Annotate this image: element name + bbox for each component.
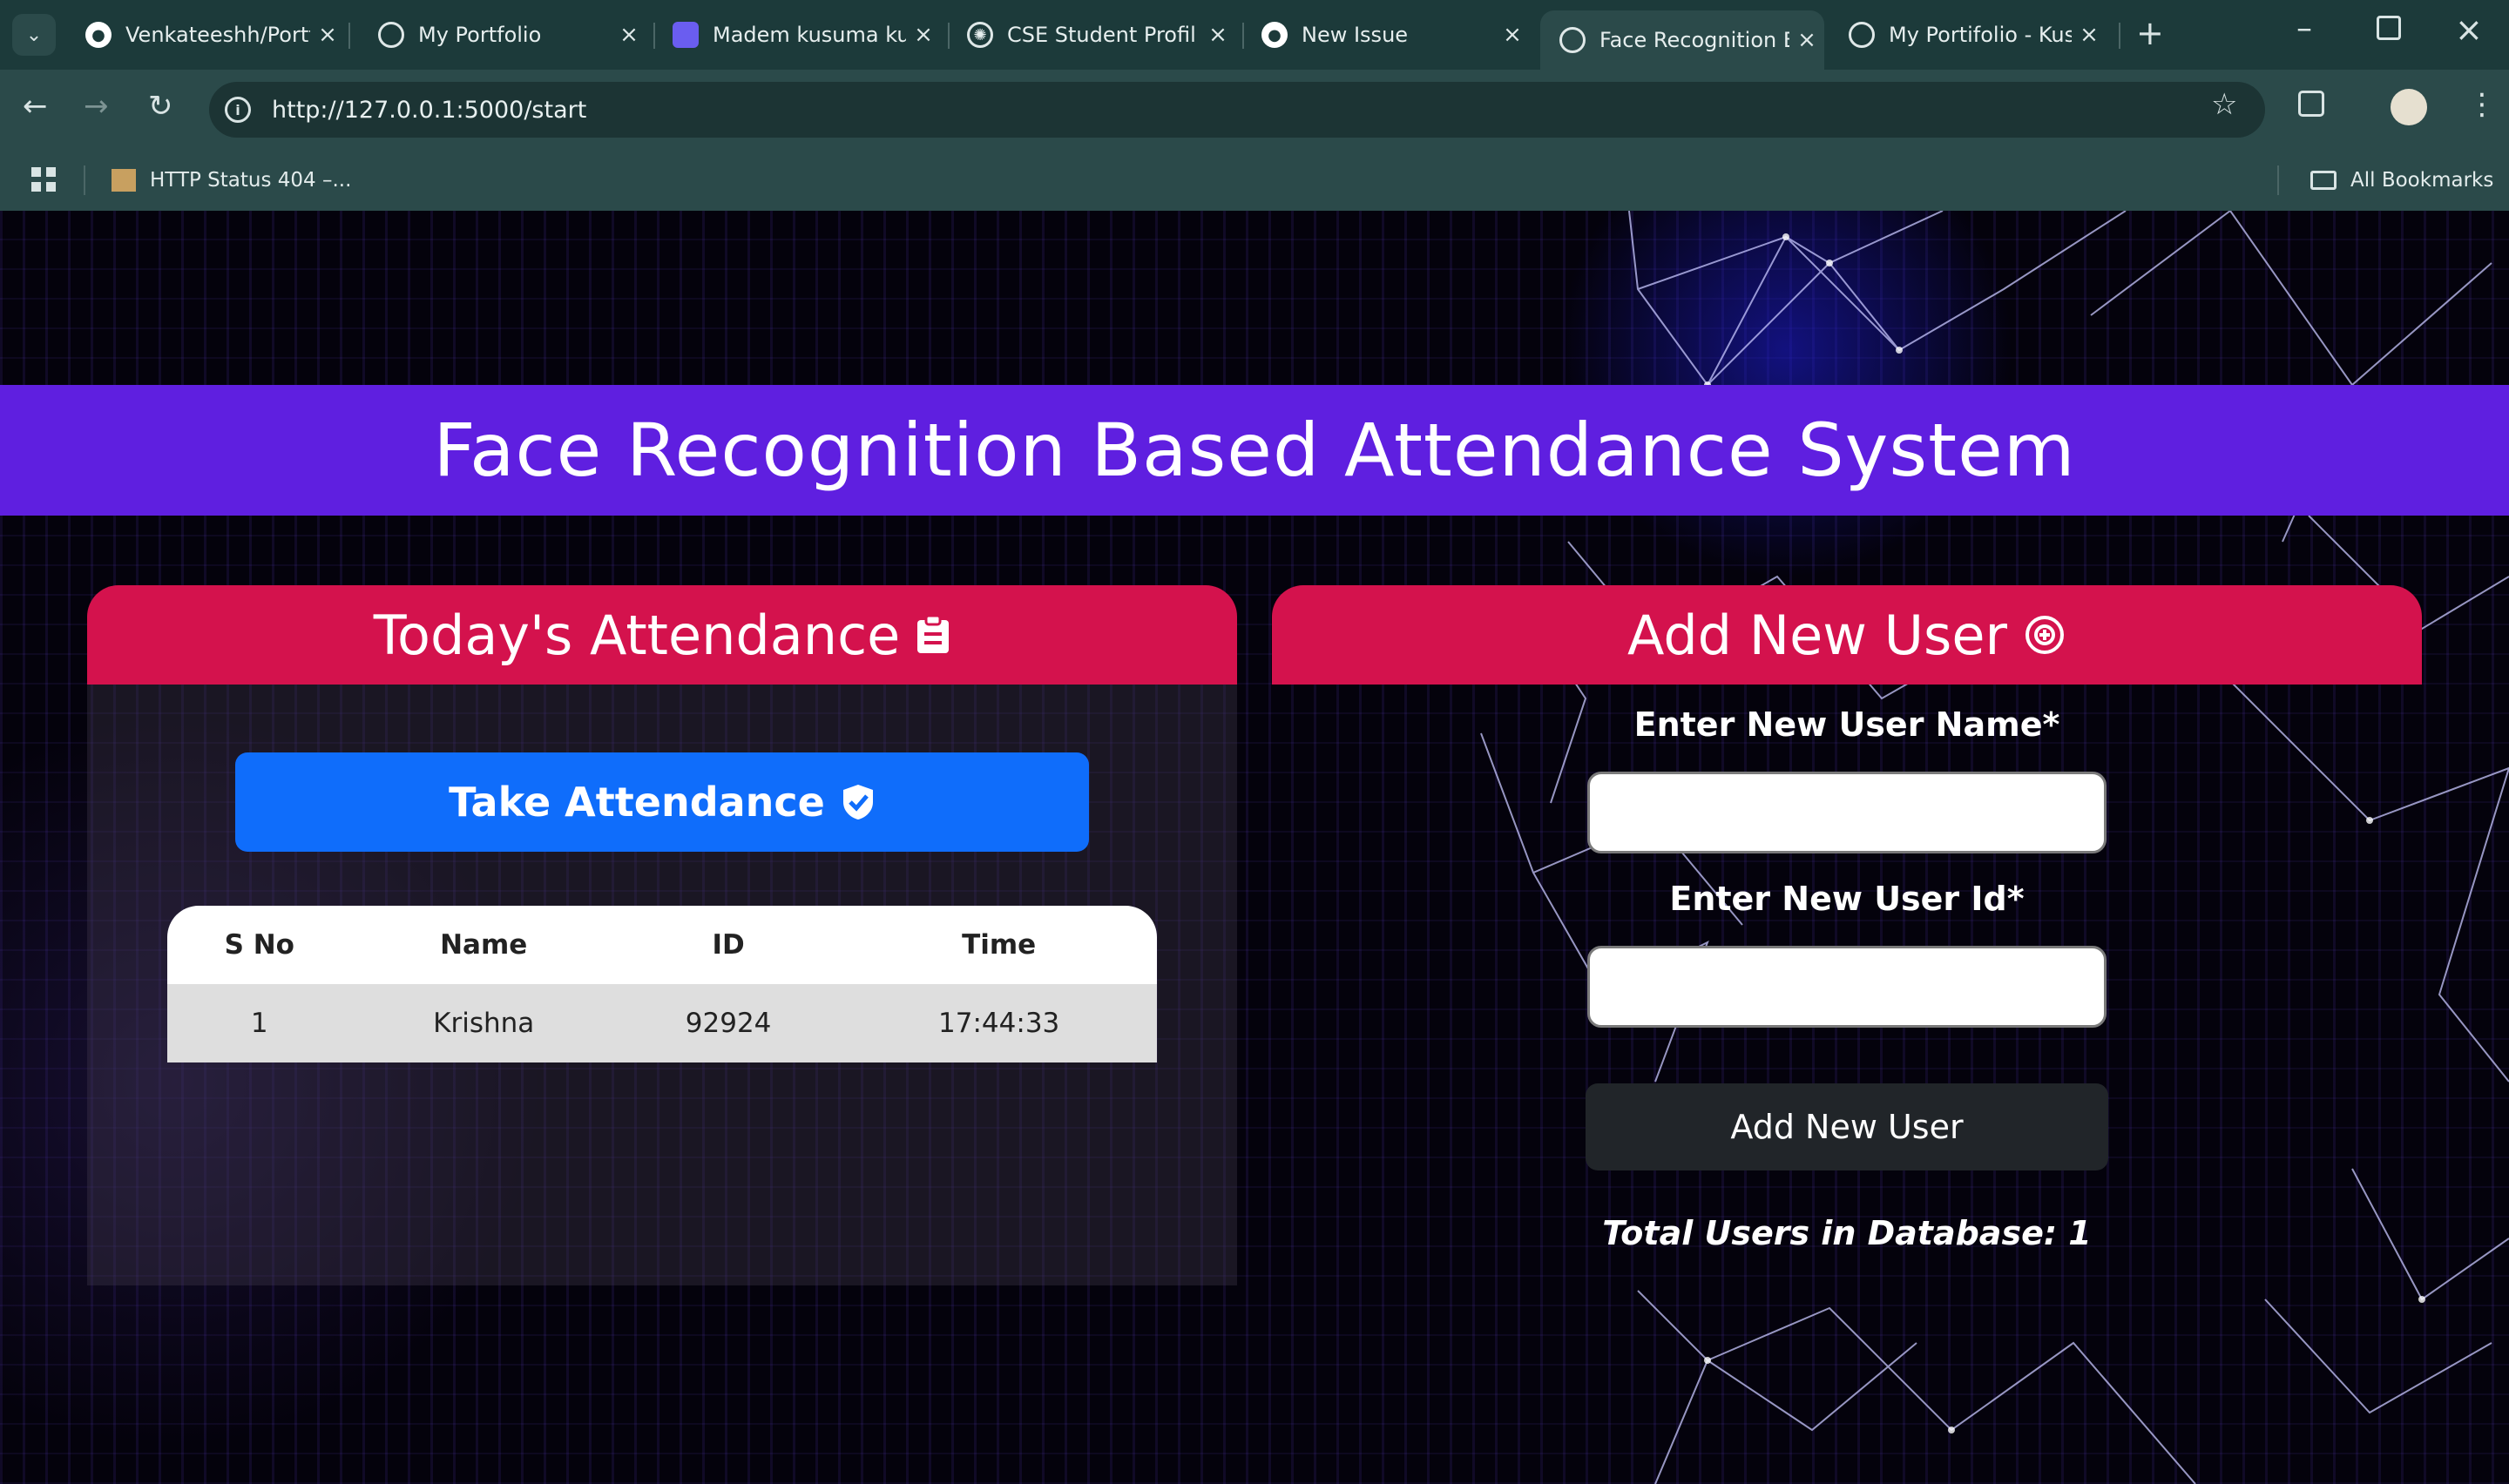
forward-icon[interactable]: → <box>84 89 109 124</box>
add-user-panel-header: Add New User <box>1272 585 2422 685</box>
user-name-input[interactable] <box>1587 772 2107 853</box>
globe-icon <box>1559 27 1586 53</box>
table-row: 1 Krishna 92924 17:44:33 <box>167 984 1157 1062</box>
bookmark-separator <box>84 165 85 195</box>
minimize-icon[interactable]: – <box>2296 10 2312 46</box>
column-header-id: ID <box>712 929 745 961</box>
address-bar[interactable]: i http://127.0.0.1:5000/start <box>209 82 2265 138</box>
tab-cse-student-profile[interactable]: ✺ CSE Student Profil × <box>948 10 1235 59</box>
tab-title: My Portfolio <box>418 23 542 47</box>
github-icon: ● <box>1261 22 1288 48</box>
cell-sno: 1 <box>167 984 352 1062</box>
tab-title: Venkateeshh/Portf <box>125 23 310 47</box>
tab-title: Madem kusuma ku <box>713 23 906 47</box>
close-tab-icon[interactable]: × <box>906 22 941 48</box>
cell-time: 17:44:33 <box>841 984 1157 1062</box>
cell-name: Krishna <box>351 984 616 1062</box>
tab-search-button[interactable]: ⌄ <box>12 14 56 56</box>
close-tab-icon[interactable]: × <box>310 22 345 48</box>
bookmarks-bar: HTTP Status 404 –... All Bookmarks <box>0 150 2509 212</box>
tab-my-portifolio-kus[interactable]: My Portifolio - Kus × <box>1829 10 2107 59</box>
take-attendance-label: Take Attendance <box>449 779 825 826</box>
tab-title: CSE Student Profil <box>1007 23 1196 47</box>
tab-new-issue[interactable]: ● New Issue × <box>1242 10 1530 59</box>
close-tab-icon[interactable]: × <box>612 22 646 48</box>
close-window-icon[interactable]: × <box>2455 10 2483 49</box>
globe-icon <box>378 22 404 48</box>
page-title-banner: Face Recognition Based Attendance System <box>0 385 2509 516</box>
user-name-label: Enter New User Name* <box>1633 705 2060 744</box>
tab-madem-kusuma[interactable]: Madem kusuma ku × <box>653 10 941 59</box>
back-icon[interactable]: ← <box>23 89 48 124</box>
new-tab-icon[interactable]: + <box>2136 14 2164 52</box>
close-tab-icon[interactable]: × <box>2072 22 2107 48</box>
user-id-input[interactable] <box>1587 946 2107 1028</box>
attendance-heading: Today's Attendance <box>373 603 901 667</box>
table-header-row: S No Name ID Time <box>167 906 1157 984</box>
site-info-icon[interactable]: i <box>225 97 251 123</box>
reload-icon[interactable]: ↻ <box>148 89 173 124</box>
column-header-name: Name <box>440 929 528 961</box>
globe-icon <box>1849 22 1875 48</box>
close-tab-icon[interactable]: × <box>1200 22 1235 48</box>
shield-check-icon <box>841 783 876 821</box>
menu-icon[interactable]: ⋮ <box>2467 87 2497 122</box>
take-attendance-button[interactable]: Take Attendance <box>235 752 1089 852</box>
tab-title: New Issue <box>1302 23 1409 47</box>
restore-icon[interactable] <box>2377 16 2401 40</box>
tab-face-recognition[interactable]: Face Recognition B × <box>1540 10 1824 70</box>
tab-venkateeshh-portfolio[interactable]: ● Venkateeshh/Portf × <box>66 10 345 59</box>
add-new-user-button[interactable]: Add New User <box>1586 1083 2108 1170</box>
folder-icon <box>2310 171 2337 190</box>
attendance-panel-header: Today's Attendance <box>87 585 1237 685</box>
all-bookmarks[interactable]: All Bookmarks <box>2310 169 2493 192</box>
user-id-label: Enter New User Id* <box>1669 880 2025 918</box>
tab-title: My Portifolio - Kus <box>1889 23 2072 47</box>
bookmark-separator <box>2277 165 2279 195</box>
clipboard-icon <box>916 615 950 655</box>
tab-my-portfolio[interactable]: My Portfolio × <box>359 10 646 59</box>
page-title: Face Recognition Based Attendance System <box>433 408 2076 493</box>
bookmark-star-icon[interactable]: ☆ <box>2211 87 2237 122</box>
apps-grid-icon[interactable] <box>31 167 56 192</box>
all-bookmarks-label: All Bookmarks <box>2350 169 2494 192</box>
add-user-heading: Add New User <box>1627 603 2007 667</box>
browser-tab-strip: ⌄ ● Venkateeshh/Portf × My Portfolio × M… <box>0 0 2509 70</box>
attendance-table: S No Name ID Time 1 Krishna 92924 17:44:… <box>167 906 1157 1062</box>
close-tab-icon[interactable]: × <box>1495 22 1530 48</box>
app-icon <box>673 22 699 48</box>
profile-avatar[interactable] <box>2391 89 2427 125</box>
cell-id: 92924 <box>615 984 842 1062</box>
total-users-text: Total Users in Database: 1 <box>1602 1214 2092 1252</box>
bookmark-favicon <box>112 169 136 192</box>
bookmark-label: HTTP Status 404 –... <box>150 169 352 192</box>
url-text[interactable]: http://127.0.0.1:5000/start <box>272 97 586 124</box>
column-header-sno: S No <box>224 929 294 961</box>
column-header-time: Time <box>962 929 1037 961</box>
add-circle-icon <box>2023 613 2066 657</box>
chatgpt-icon: ✺ <box>967 22 993 48</box>
close-tab-icon[interactable]: × <box>1789 27 1824 53</box>
page-viewport: Face Recognition Based Attendance System… <box>0 211 2509 1484</box>
browser-toolbar: ← → ↻ i http://127.0.0.1:5000/start ☆ ⋮ <box>0 70 2509 150</box>
tab-title: Face Recognition B <box>1599 28 1789 52</box>
bookmark-http-status[interactable]: HTTP Status 404 –... <box>112 169 351 192</box>
tab-separator <box>348 23 350 49</box>
extensions-icon[interactable] <box>2298 91 2324 117</box>
github-icon: ● <box>85 22 112 48</box>
tab-separator <box>2119 23 2120 49</box>
